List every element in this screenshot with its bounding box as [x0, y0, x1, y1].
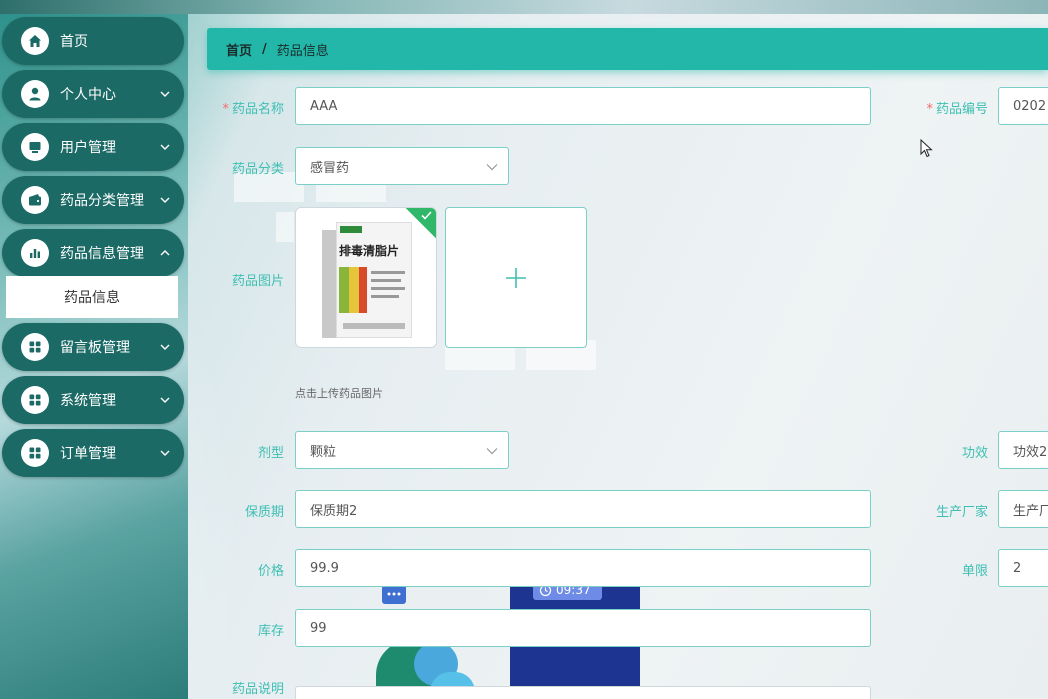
chevron-down-icon [156, 91, 174, 97]
price-label: 价格 [257, 564, 284, 579]
breadcrumb-current: 药品信息 [276, 43, 329, 59]
drug-name-value: AAA [310, 98, 338, 114]
sidebar-subitem-label: 药品信息 [64, 290, 120, 306]
drug-code-label: * 药品编号 [908, 98, 988, 117]
product-stripe-red [359, 267, 367, 313]
home-icon [21, 27, 49, 55]
stock-label: 库存 [257, 624, 284, 639]
drug-code-label-text: 药品编号 [935, 102, 988, 117]
efficacy-input[interactable]: 功效2 [998, 431, 1048, 469]
product-text-line [371, 287, 405, 290]
upload-hint: 点击上传药品图片 [295, 387, 383, 400]
description-label: 药品说明 [231, 682, 284, 697]
shelf-life-input[interactable]: 保质期2 [295, 490, 871, 528]
limit-input[interactable]: 2 [998, 549, 1048, 587]
product-text-line [371, 295, 399, 298]
chat-bubble-icon [382, 585, 406, 604]
efficacy-label: 功效 [961, 446, 988, 461]
drug-name-input[interactable]: AAA [295, 87, 871, 125]
sidebar-item-personal-center[interactable]: 个人中心 [2, 70, 184, 118]
sidebar-item-system-management[interactable]: 系统管理 [2, 376, 184, 424]
description-editor[interactable] [295, 686, 871, 699]
uploaded-image-card[interactable]: 排毒清脂片 [295, 207, 437, 348]
grid-icon [21, 333, 49, 361]
plus-icon [506, 267, 526, 288]
sidebar-item-order-management[interactable]: 订单管理 [2, 429, 184, 477]
product-footer [343, 323, 405, 329]
product-box-image: 排毒清脂片 [322, 222, 412, 338]
product-text-line [371, 271, 405, 274]
chevron-down-icon [156, 144, 174, 150]
sidebar-item-label: 个人中心 [60, 87, 116, 103]
manufacturer-input[interactable]: 生产厂 [998, 490, 1048, 528]
drug-name-label: * 药品名称 [206, 98, 284, 117]
sidebar-item-label: 药品分类管理 [60, 193, 144, 209]
price-value: 99.9 [310, 560, 339, 576]
drug-code-input[interactable]: 0202 [998, 87, 1048, 125]
stock-input[interactable]: 99 [295, 609, 871, 647]
product-box-side [322, 230, 336, 338]
mouse-cursor-icon [920, 139, 933, 158]
sidebar-item-label: 订单管理 [60, 446, 116, 462]
breadcrumb: 首页 / 药品信息 [207, 28, 1048, 70]
product-stripe-green [339, 267, 349, 313]
chevron-down-icon [156, 450, 174, 456]
grid-icon [21, 439, 49, 467]
product-box-front: 排毒清脂片 [336, 222, 412, 338]
efficacy-value: 功效2 [1013, 444, 1048, 460]
chevron-down-icon [156, 197, 174, 203]
drug-category-value: 感冒药 [310, 160, 350, 176]
decorative-block [276, 212, 294, 242]
chevron-up-icon [156, 250, 174, 256]
price-input[interactable]: 99.9 [295, 549, 871, 587]
manufacturer-label: 生产厂家 [935, 505, 988, 520]
sidebar-item-home[interactable]: 首页 [2, 17, 184, 65]
drug-category-label: 药品分类 [231, 162, 284, 177]
add-image-button[interactable] [445, 207, 587, 348]
decorative-block [316, 184, 386, 202]
shelf-life-label: 保质期 [244, 505, 284, 520]
product-box-name: 排毒清脂片 [339, 244, 400, 258]
drug-image-label: 药品图片 [231, 274, 284, 289]
limit-label: 单限 [961, 564, 988, 579]
sidebar-item-user-management[interactable]: 用户管理 [2, 123, 184, 171]
chevron-down-icon [486, 160, 498, 175]
sidebar-item-category-management[interactable]: 药品分类管理 [2, 176, 184, 224]
top-strip [0, 0, 1048, 14]
bar-chart-icon [21, 239, 49, 267]
sidebar-item-message-board[interactable]: 留言板管理 [2, 323, 184, 371]
drug-name-label-text: 药品名称 [231, 102, 284, 117]
drug-code-value: 0202 [1013, 98, 1047, 114]
monitor-icon [21, 133, 49, 161]
required-mark: * [926, 102, 933, 117]
sidebar-item-label: 留言板管理 [60, 340, 130, 356]
chevron-down-icon [156, 344, 174, 350]
dosage-form-label: 剂型 [257, 446, 284, 461]
chevron-down-icon [486, 444, 498, 459]
dosage-form-value: 颗粒 [310, 444, 337, 460]
breadcrumb-separator: / [262, 41, 267, 57]
manufacturer-value: 生产厂 [1013, 503, 1048, 519]
sidebar-item-label: 用户管理 [60, 140, 116, 156]
grid-icon [21, 386, 49, 414]
drug-category-select[interactable]: 感冒药 [295, 147, 509, 185]
sidebar-item-label: 药品信息管理 [60, 246, 144, 262]
sidebar-item-label: 系统管理 [60, 393, 116, 409]
check-icon [421, 211, 432, 220]
required-mark: * [222, 102, 229, 117]
product-brand-mark [340, 226, 362, 233]
product-stripe-yellow [349, 267, 359, 313]
stock-value: 99 [310, 620, 327, 636]
sidebar-item-label: 首页 [60, 34, 88, 50]
breadcrumb-home[interactable]: 首页 [226, 40, 252, 59]
sidebar-subitem-drug-info[interactable]: 药品信息 [6, 276, 178, 318]
sidebar-item-drug-info-management[interactable]: 药品信息管理 [2, 229, 184, 277]
limit-value: 2 [1013, 560, 1022, 576]
product-text-line [371, 279, 401, 282]
wallet-icon [21, 186, 49, 214]
user-icon [21, 80, 49, 108]
chevron-down-icon [156, 397, 174, 403]
dosage-form-select[interactable]: 颗粒 [295, 431, 509, 469]
shelf-life-value: 保质期2 [310, 503, 358, 519]
